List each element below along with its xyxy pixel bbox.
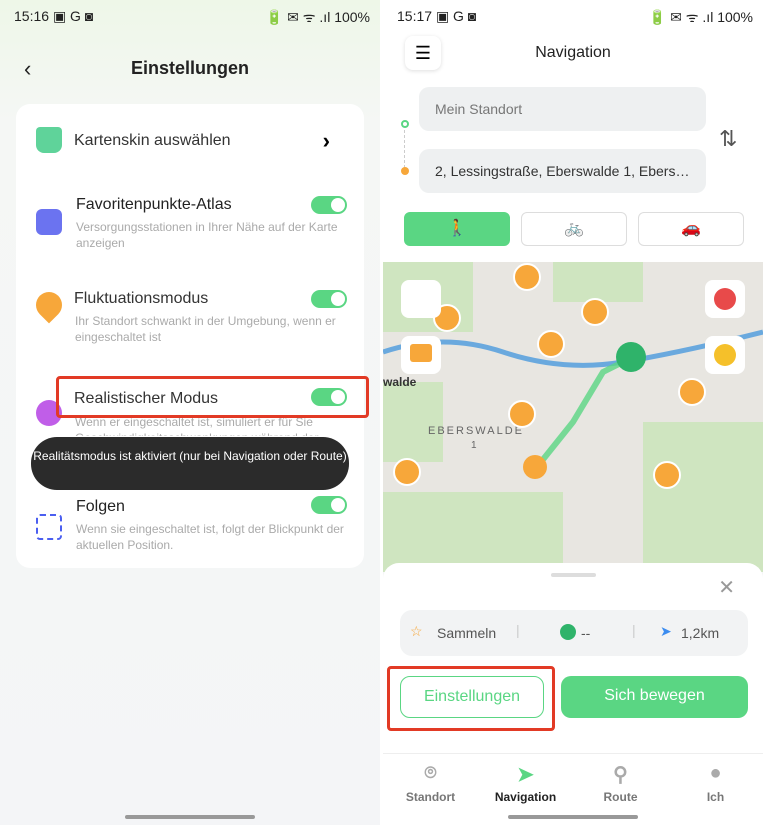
compass-button: [401, 280, 441, 318]
destination-pin-icon: [616, 342, 646, 372]
fluctuation-toggle[interactable]: [311, 290, 347, 308]
map-label: walde: [383, 375, 417, 389]
home-indicator: [508, 815, 638, 819]
status-system-icons: 🔋 ✉ ᯤ .ıl 100%: [648, 9, 753, 25]
destination-dot-icon: [401, 167, 409, 175]
origin-input[interactable]: Mein Standort: [419, 87, 706, 131]
tab-route[interactable]: ⚲ Route: [573, 762, 668, 804]
close-icon[interactable]: ✕: [718, 575, 735, 600]
star-marker: [653, 461, 681, 489]
collect-button[interactable]: Sammeln: [437, 625, 496, 641]
bike-mode-button[interactable]: 🚲: [521, 212, 627, 246]
origin-dot-icon: [401, 120, 409, 128]
tab-label: Ich: [706, 790, 725, 804]
walk-mode-button[interactable]: 🚶: [404, 212, 510, 246]
settings-screen: 15:16 ▣ G ◙ 🔋 ✉ ᯤ .ıl 100% ‹ Einstellunge…: [0, 0, 380, 825]
current-location-pin-icon: [523, 455, 547, 479]
location-pin-icon: ⌾: [424, 762, 437, 784]
row-label: Kartenskin auswählen: [74, 132, 231, 149]
atlas-book-icon: [36, 209, 62, 235]
star-marker: [508, 400, 536, 428]
row-label: Fluktuationsmodus: [74, 290, 209, 307]
tab-label: Navigation: [494, 790, 557, 804]
tab-label: Route: [603, 790, 638, 804]
user-icon: ●: [709, 762, 722, 784]
favorites-atlas-row: Favoritenpunkte-Atlas Versorgungsstation…: [16, 192, 364, 252]
star-marker: [393, 458, 421, 486]
tab-label: Standort: [405, 790, 456, 804]
page-title: Navigation: [535, 44, 611, 61]
row-label: Favoritenpunkte-Atlas: [76, 196, 232, 213]
status-system-icons: 🔋 ✉ ᯤ .ıl 100%: [265, 9, 370, 25]
map[interactable]: walde EBERSWALDE 1: [383, 262, 763, 572]
duration-value: --: [581, 625, 591, 641]
fluctuation-row: Fluktuationsmodus Ihr Standort schwankt …: [16, 286, 364, 346]
navigation-screen: 15:17 ▣ G ◙ 🔋 ✉ ᯤ .ıl 100% ☰ Navigation M…: [383, 0, 763, 825]
row-description: Ihr Standort schwankt in der Umgebung, w…: [75, 314, 336, 344]
row-description: Versorgungsstationen in Ihrer Nähe auf d…: [76, 220, 338, 250]
separator: |: [632, 622, 636, 638]
pulse-pin-icon: [30, 286, 68, 324]
status-time: 15:17: [397, 8, 433, 24]
toast-message: Realitätsmodus ist aktiviert (nur bei Na…: [31, 437, 349, 490]
map-label: EBERSWALDE: [428, 425, 524, 437]
star-icon: ☆: [410, 623, 423, 639]
status-bar: 15:17 ▣ G ◙ 🔋 ✉ ᯤ .ıl 100%: [397, 8, 753, 26]
follow-toggle[interactable]: [311, 496, 347, 514]
walk-icon: 🚶: [447, 220, 467, 237]
highlight-box: [56, 376, 369, 418]
star-marker: [678, 378, 706, 406]
follow-row: Folgen Wenn sie eingeschaltet ist, folgt…: [16, 496, 364, 556]
tab-ich[interactable]: ● Ich: [668, 762, 763, 804]
bike-icon: 🚲: [564, 220, 584, 237]
drag-handle[interactable]: [551, 573, 596, 577]
row-description: Wenn sie eingeschaltet ist, folgt der Bl…: [76, 522, 344, 552]
page-title: Einstellungen: [130, 58, 249, 78]
tab-navigation[interactable]: ➤ Navigation: [478, 762, 573, 804]
status-app-icons: ▣ G ◙: [435, 8, 477, 24]
status-app-icons: ▣ G ◙: [52, 8, 94, 24]
star-marker: [581, 298, 609, 326]
tshirt-icon: [36, 127, 62, 153]
swap-icon[interactable]: ⇅: [719, 126, 737, 152]
map-skin-row[interactable]: Kartenskin auswählen ›: [16, 124, 364, 160]
move-button[interactable]: Sich bewegen: [561, 676, 748, 718]
clock-icon: [560, 624, 576, 640]
route-stats: ☆ Sammeln | -- | ➤ 1,2km: [400, 610, 748, 656]
status-bar: 15:16 ▣ G ◙ 🔋 ✉ ᯤ .ıl 100%: [14, 8, 370, 26]
destination-input[interactable]: 2, Lessingstraße, Eberswalde 1, Eberswal…: [419, 149, 706, 193]
separator: |: [516, 622, 520, 638]
route-icon: ⚲: [613, 764, 628, 786]
eye-scan-icon: [36, 514, 62, 540]
map-label: 1: [471, 440, 477, 451]
chevron-right-icon: ›: [322, 128, 330, 153]
status-time: 15:16: [14, 8, 50, 24]
paper-plane-icon: ➤: [517, 764, 534, 786]
car-mode-button[interactable]: 🚗: [638, 212, 744, 246]
tab-standort[interactable]: ⌾ Standort: [383, 762, 478, 804]
row-label: Folgen: [76, 498, 125, 515]
star-marker: [513, 263, 541, 291]
navigation-arrow-icon: ➤: [660, 623, 672, 639]
home-indicator: [125, 815, 255, 819]
highlight-box: [387, 666, 555, 731]
star-marker: [537, 330, 565, 358]
settings-card: Kartenskin auswählen › Favoritenpunkte-A…: [16, 104, 364, 568]
distance-value: 1,2km: [681, 625, 720, 641]
route-connector: [404, 130, 405, 168]
car-icon: 🚗: [681, 220, 701, 237]
favorites-atlas-toggle[interactable]: [311, 196, 347, 214]
